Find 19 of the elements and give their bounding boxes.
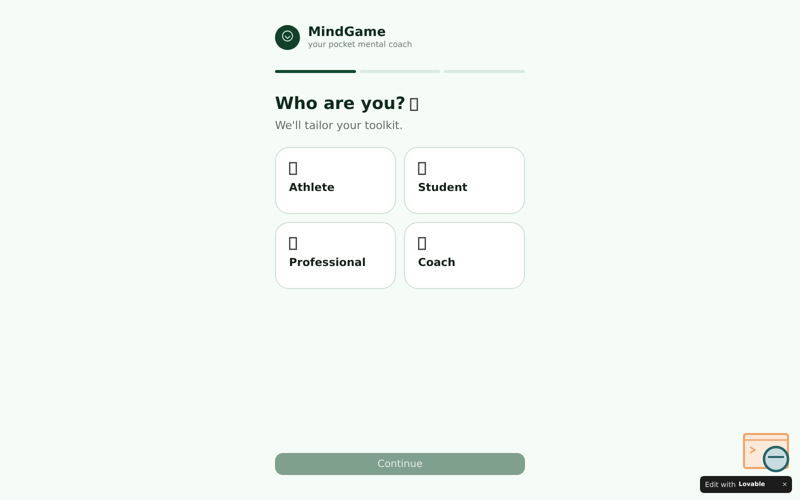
role-card[interactable]: Athlete	[275, 147, 396, 214]
missing-glyph-icon	[289, 162, 297, 175]
role-card[interactable]: Professional	[275, 222, 396, 289]
page-heading: Who are you?	[275, 94, 406, 114]
role-label: Professional	[289, 256, 366, 269]
close-button[interactable]: ×	[782, 480, 787, 489]
role-label: Student	[418, 181, 468, 194]
missing-glyph-icon	[418, 237, 426, 250]
page-subtitle: We'll tailor your toolkit.	[275, 119, 404, 132]
terminal-search-icon	[742, 433, 792, 475]
missing-glyph-icon	[289, 237, 297, 250]
role-label: Athlete	[289, 181, 335, 194]
brand-tagline: your pocket mental coach	[308, 40, 412, 50]
missing-glyph-icon	[410, 98, 418, 110]
brand-name: MindGame	[308, 25, 387, 40]
role-label: Coach	[418, 256, 456, 269]
role-card[interactable]: Student	[404, 147, 525, 214]
role-card[interactable]: Coach	[404, 222, 525, 289]
missing-glyph-icon	[418, 162, 426, 175]
